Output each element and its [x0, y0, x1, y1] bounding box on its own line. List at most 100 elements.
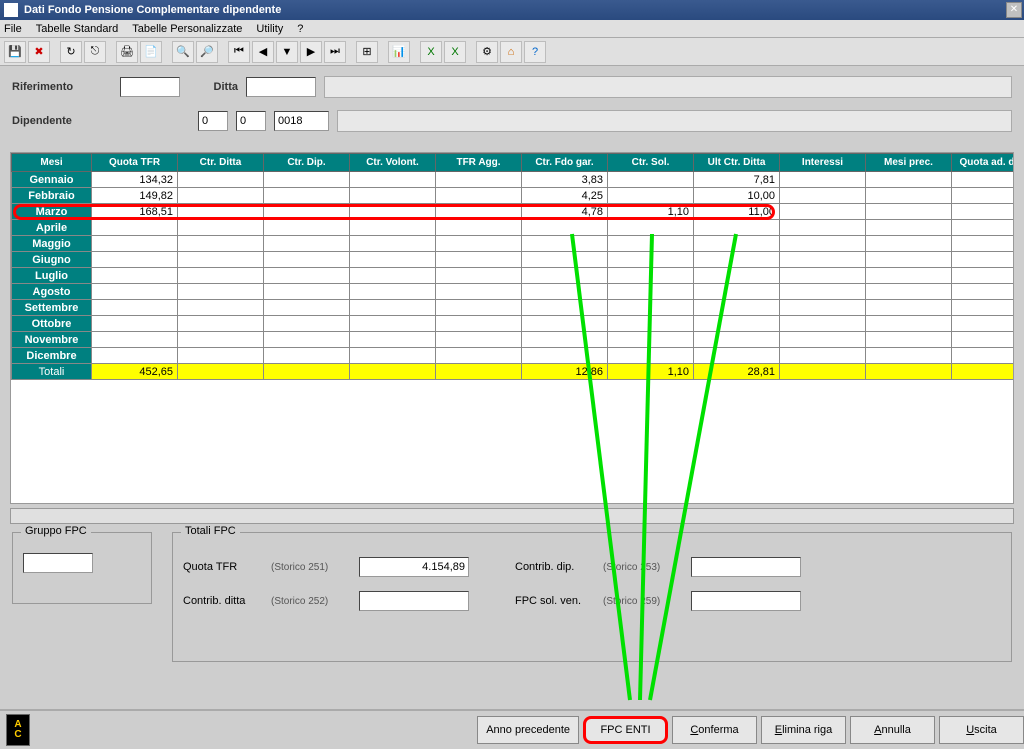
data-cell[interactable] [92, 348, 178, 364]
data-cell[interactable]: 11,00 [694, 204, 780, 220]
table-row[interactable]: Febbraio149,824,2510,00 [12, 188, 1015, 204]
data-cell[interactable] [866, 300, 952, 316]
data-cell[interactable] [866, 252, 952, 268]
prev-icon[interactable]: ◀ [252, 41, 274, 63]
data-cell[interactable] [350, 252, 436, 268]
table-row[interactable]: Dicembre [12, 348, 1015, 364]
data-cell[interactable] [952, 316, 1015, 332]
data-cell[interactable] [780, 332, 866, 348]
data-cell[interactable] [178, 172, 264, 188]
data-cell[interactable] [92, 252, 178, 268]
quota-tfr-input[interactable] [359, 557, 469, 577]
data-cell[interactable] [350, 220, 436, 236]
data-cell[interactable]: 4,78 [522, 204, 608, 220]
refresh-icon[interactable]: ↻ [60, 41, 82, 63]
table-row[interactable]: Ottobre [12, 316, 1015, 332]
data-cell[interactable] [608, 332, 694, 348]
data-cell[interactable] [92, 316, 178, 332]
data-cell[interactable] [92, 284, 178, 300]
help-icon[interactable]: ? [524, 41, 546, 63]
data-cell[interactable] [178, 268, 264, 284]
data-cell[interactable] [608, 284, 694, 300]
search-icon[interactable]: 🔍 [172, 41, 194, 63]
data-cell[interactable] [436, 188, 522, 204]
data-cell[interactable] [952, 268, 1015, 284]
menu-tabelle-standard[interactable]: Tabelle Standard [36, 23, 119, 35]
anno-precedente-button[interactable]: Anno precedente [477, 716, 579, 744]
data-cell[interactable] [436, 300, 522, 316]
data-cell[interactable] [780, 348, 866, 364]
data-cell[interactable] [350, 172, 436, 188]
data-cell[interactable] [350, 204, 436, 220]
data-cell[interactable]: 134,32 [92, 172, 178, 188]
home-icon[interactable]: ⌂ [500, 41, 522, 63]
ditta-input[interactable] [246, 77, 316, 97]
data-cell[interactable] [694, 252, 780, 268]
data-cell[interactable] [350, 316, 436, 332]
table-row[interactable]: Gennaio134,323,837,81 [12, 172, 1015, 188]
data-cell[interactable] [780, 268, 866, 284]
menu-help[interactable]: ? [297, 23, 303, 35]
data-cell[interactable] [264, 172, 350, 188]
contrib-dip-input[interactable] [691, 557, 801, 577]
data-cell[interactable] [780, 204, 866, 220]
data-cell[interactable] [264, 204, 350, 220]
data-cell[interactable] [522, 236, 608, 252]
data-cell[interactable] [780, 284, 866, 300]
data-cell[interactable] [866, 188, 952, 204]
fpc-sol-input[interactable] [691, 591, 801, 611]
data-cell[interactable] [178, 236, 264, 252]
data-cell[interactable] [780, 300, 866, 316]
data-cell[interactable] [350, 268, 436, 284]
data-cell[interactable] [178, 220, 264, 236]
menu-file[interactable]: File [4, 23, 22, 35]
data-cell[interactable] [92, 220, 178, 236]
menu-utility[interactable]: Utility [256, 23, 283, 35]
data-cell[interactable] [608, 188, 694, 204]
first-icon[interactable]: ⏮ [228, 41, 250, 63]
dip1-input[interactable] [198, 111, 228, 131]
data-cell[interactable] [608, 172, 694, 188]
data-cell[interactable] [178, 348, 264, 364]
data-cell[interactable]: 1,10 [608, 204, 694, 220]
data-cell[interactable]: 10,00 [694, 188, 780, 204]
data-cell[interactable] [264, 332, 350, 348]
last-icon[interactable]: ⏭ [324, 41, 346, 63]
excel-icon[interactable]: X [420, 41, 442, 63]
data-cell[interactable] [350, 348, 436, 364]
data-cell[interactable] [178, 284, 264, 300]
table-row[interactable]: Aprile [12, 220, 1015, 236]
table-row[interactable]: Novembre [12, 332, 1015, 348]
data-cell[interactable] [522, 316, 608, 332]
table-row[interactable]: Settembre [12, 300, 1015, 316]
data-cell[interactable] [866, 316, 952, 332]
data-cell[interactable] [436, 220, 522, 236]
down-icon[interactable]: ▼ [276, 41, 298, 63]
data-cell[interactable] [350, 332, 436, 348]
data-cell[interactable] [608, 316, 694, 332]
data-cell[interactable] [952, 188, 1015, 204]
data-cell[interactable] [522, 332, 608, 348]
data-cell[interactable] [264, 268, 350, 284]
fpc-enti-button[interactable]: FPC ENTI [583, 716, 668, 744]
data-cell[interactable] [178, 300, 264, 316]
data-cell[interactable] [264, 252, 350, 268]
data-cell[interactable] [264, 236, 350, 252]
data-cell[interactable]: 3,83 [522, 172, 608, 188]
search2-icon[interactable]: 🔎 [196, 41, 218, 63]
dip3-input[interactable] [274, 111, 329, 131]
data-cell[interactable] [264, 348, 350, 364]
data-cell[interactable] [780, 252, 866, 268]
data-cell[interactable] [952, 332, 1015, 348]
data-cell[interactable] [264, 220, 350, 236]
data-cell[interactable] [608, 300, 694, 316]
data-cell[interactable] [780, 172, 866, 188]
data-cell[interactable] [694, 332, 780, 348]
data-cell[interactable] [952, 236, 1015, 252]
tool1-icon[interactable]: ⚙ [476, 41, 498, 63]
data-cell[interactable] [694, 300, 780, 316]
data-cell[interactable] [522, 300, 608, 316]
data-cell[interactable] [436, 204, 522, 220]
data-cell[interactable]: 7,81 [694, 172, 780, 188]
data-cell[interactable] [866, 332, 952, 348]
